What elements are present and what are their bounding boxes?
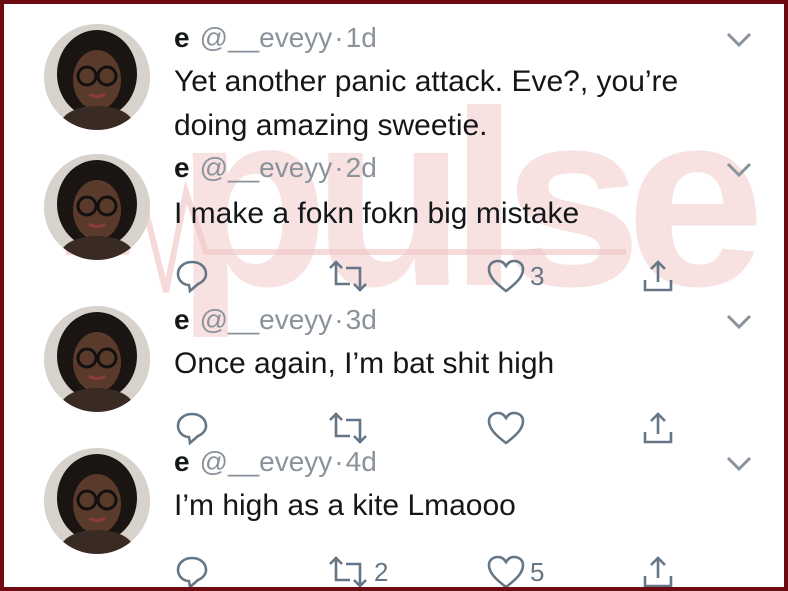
handle[interactable]: @__eveyy <box>200 152 333 183</box>
timestamp[interactable]: 4d <box>346 446 377 477</box>
tweet-actions <box>174 408 704 448</box>
tweet-header: e @__eveyy·2d <box>174 152 377 184</box>
retweet-count: 2 <box>374 556 389 587</box>
tweet-text-line: doing amazing sweetie. <box>174 109 488 142</box>
share-button[interactable] <box>640 256 676 296</box>
avatar[interactable] <box>44 306 150 412</box>
reply-button[interactable] <box>174 256 214 296</box>
retweet-button[interactable] <box>326 408 374 448</box>
like-icon <box>487 555 525 587</box>
like-count: 5 <box>530 556 545 587</box>
like-icon <box>487 411 525 445</box>
chevron-down-icon[interactable] <box>724 30 754 50</box>
tweet-text: Once again, I’m bat shit high <box>174 342 734 386</box>
avatar[interactable] <box>44 154 150 260</box>
like-icon <box>487 259 525 293</box>
timestamp[interactable]: 1d <box>346 22 377 53</box>
separator: · <box>334 446 344 477</box>
chevron-down-icon[interactable] <box>724 454 754 474</box>
display-name[interactable]: e <box>174 446 190 477</box>
screenshot-frame: pulse e @__eveyy·1d Yet another panic att… <box>4 4 784 587</box>
like-button[interactable] <box>486 408 530 448</box>
share-icon <box>643 556 673 587</box>
handle[interactable]: @__eveyy <box>200 446 333 477</box>
share-icon <box>643 412 673 444</box>
retweet-icon <box>329 412 367 444</box>
reply-icon <box>176 412 208 446</box>
tweet-text-line: Once again, I’m bat shit high <box>174 347 555 380</box>
tweet-header: e @__eveyy·1d <box>174 22 377 54</box>
retweet-button[interactable]: 2 <box>326 552 388 587</box>
tweet-header: e @__eveyy·3d <box>174 304 377 336</box>
separator: · <box>334 304 344 335</box>
tweet-text-line: I make a fokn fokn big mistake <box>174 197 580 230</box>
separator: · <box>334 22 344 53</box>
share-button[interactable] <box>640 408 676 448</box>
display-name[interactable]: e <box>174 304 190 335</box>
tweet-actions: 3 <box>174 256 704 296</box>
pulse-watermark: pulse <box>66 74 765 352</box>
avatar[interactable] <box>44 24 150 130</box>
display-name[interactable]: e <box>174 22 190 53</box>
like-button[interactable]: 5 <box>486 552 544 587</box>
chevron-down-icon[interactable] <box>724 160 754 180</box>
display-name[interactable]: e <box>174 152 190 183</box>
tweet-text: I’m high as a kite Lmaooo <box>174 484 734 528</box>
like-button[interactable]: 3 <box>486 256 544 296</box>
like-count: 3 <box>530 260 545 291</box>
separator: · <box>334 152 344 183</box>
timestamp[interactable]: 2d <box>346 152 377 183</box>
retweet-button[interactable] <box>326 256 374 296</box>
handle[interactable]: @__eveyy <box>200 304 333 335</box>
tweet-text: I make a fokn fokn big mistake <box>174 192 734 236</box>
avatar[interactable] <box>44 448 150 554</box>
timestamp[interactable]: 3d <box>346 304 377 335</box>
retweet-icon <box>329 556 367 587</box>
tweet-text-line: I’m high as a kite Lmaooo <box>174 489 516 522</box>
share-button[interactable] <box>640 552 676 587</box>
handle[interactable]: @__eveyy <box>200 22 333 53</box>
tweet-header: e @__eveyy·4d <box>174 446 377 478</box>
reply-button[interactable] <box>174 408 214 448</box>
reply-icon <box>176 556 208 587</box>
chevron-down-icon[interactable] <box>724 312 754 332</box>
tweet-text-line: Yet another panic attack. Eve?, you’re <box>174 65 679 98</box>
reply-button[interactable] <box>174 552 214 587</box>
tweet-text: Yet another panic attack. Eve?, you’re d… <box>174 60 734 148</box>
share-icon <box>643 260 673 292</box>
tweet-actions: 2 5 <box>174 552 704 587</box>
reply-icon <box>176 260 208 294</box>
retweet-icon <box>329 260 367 292</box>
